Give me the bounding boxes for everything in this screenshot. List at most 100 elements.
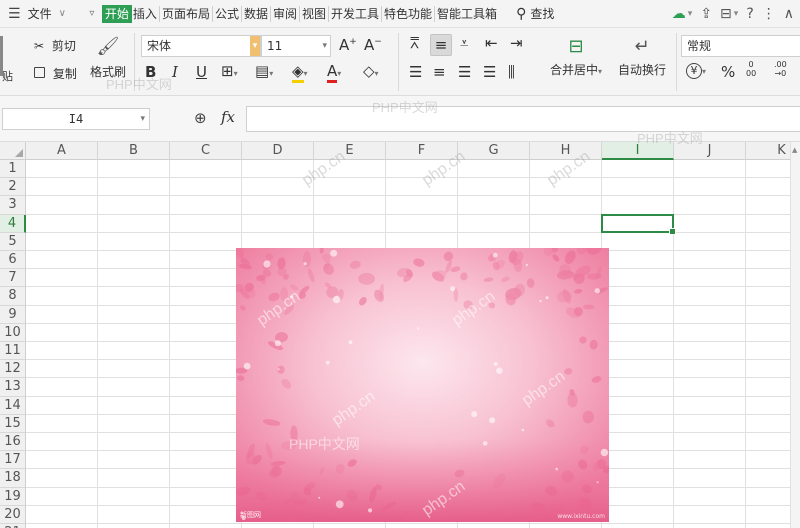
merge-center-button[interactable]: ⊟ 合并居中▾ bbox=[546, 36, 606, 78]
row-header-17[interactable]: 17 bbox=[0, 451, 26, 470]
collapse-icon[interactable]: ∧ bbox=[784, 6, 794, 22]
file-menu[interactable]: ☰ 文件 ∨ bbox=[8, 5, 66, 23]
column-header-f[interactable]: F bbox=[386, 142, 458, 160]
column-header-h[interactable]: H bbox=[530, 142, 602, 160]
more-icon[interactable]: ⋮ bbox=[762, 6, 776, 22]
font-size-select[interactable]: 11 ▾ bbox=[261, 35, 331, 57]
search-button[interactable]: ⚲ 查找 bbox=[516, 5, 555, 23]
fill-color-button[interactable]: ◈▾ bbox=[292, 62, 308, 83]
column-header-g[interactable]: G bbox=[458, 142, 530, 160]
font-name-select[interactable]: 宋体 ▾ bbox=[141, 35, 261, 57]
paste-label[interactable]: 贴 bbox=[2, 68, 13, 84]
row-header-10[interactable]: 10 bbox=[0, 323, 26, 342]
chevron-down-icon[interactable]: ▾ bbox=[688, 9, 693, 19]
font-color-button[interactable]: A▾ bbox=[327, 62, 341, 83]
row-header-5[interactable]: 5 bbox=[0, 232, 26, 251]
justify-button[interactable]: ☰ bbox=[483, 63, 496, 81]
align-right-button[interactable]: ☰ bbox=[458, 63, 471, 81]
row-header-9[interactable]: 9 bbox=[0, 305, 26, 324]
tab-home[interactable]: 开始 bbox=[101, 4, 132, 23]
zoom-icon[interactable]: ⊕ bbox=[194, 109, 207, 127]
row-header-16[interactable]: 16 bbox=[0, 433, 26, 452]
tab-special-features[interactable]: 特色功能 bbox=[383, 5, 433, 23]
tab-smart-toolbox[interactable]: 智能工具箱 bbox=[436, 5, 498, 23]
underline-button[interactable]: U bbox=[196, 63, 207, 81]
decrease-indent-button[interactable]: ⇤ bbox=[485, 34, 498, 52]
column-header-i[interactable]: I bbox=[602, 142, 674, 160]
row-header-18[interactable]: 18 bbox=[0, 469, 26, 488]
column-header-a[interactable]: A bbox=[26, 142, 98, 160]
insert-function-button[interactable]: fx bbox=[221, 108, 235, 126]
ribbon-toolbar: 贴 ✂ 剪切 复制 🖌 格式刷 宋体 ▾ 11 ▾ A+ A− B I U ⊞▾… bbox=[0, 28, 800, 96]
row-header-4[interactable]: 4 bbox=[0, 214, 26, 233]
column-header-c[interactable]: C bbox=[170, 142, 242, 160]
align-bottom-button[interactable]: ⩡ bbox=[460, 34, 468, 52]
help-icon[interactable]: ? bbox=[746, 6, 753, 22]
cloud-sync-icon[interactable]: ☁ bbox=[672, 6, 686, 22]
row-header-15[interactable]: 15 bbox=[0, 414, 26, 433]
select-all-button[interactable] bbox=[0, 142, 26, 160]
tab-view[interactable]: 视图 bbox=[301, 5, 327, 23]
tab-review[interactable]: 审阅 bbox=[272, 5, 298, 23]
decrease-decimal-button[interactable]: .00 →0 bbox=[774, 60, 787, 78]
align-left-button[interactable]: ☰ bbox=[409, 63, 422, 81]
scroll-up-icon[interactable]: ▲ bbox=[792, 146, 797, 154]
row-header-3[interactable]: 3 bbox=[0, 196, 26, 215]
row-header-21[interactable]: 21 bbox=[0, 524, 26, 528]
row-header-20[interactable]: 20 bbox=[0, 505, 26, 524]
group-divider bbox=[398, 33, 399, 91]
cut-button[interactable]: ✂ 剪切 bbox=[34, 37, 76, 54]
row-header-14[interactable]: 14 bbox=[0, 396, 26, 415]
chevron-down-icon: ∨ bbox=[58, 8, 66, 19]
borders-button[interactable]: ⊞▾ bbox=[221, 62, 238, 80]
sparkle-dot bbox=[263, 260, 271, 268]
sparkle-dot bbox=[482, 441, 488, 446]
clear-button[interactable]: ◇▾ bbox=[363, 62, 379, 80]
tab-data[interactable]: 数据 bbox=[243, 5, 269, 23]
inserted-picture[interactable]: 新图网 www.ixintu.com bbox=[236, 248, 609, 522]
decrease-font-button[interactable]: A− bbox=[364, 36, 382, 54]
quick-access-dropdown[interactable]: ▿ bbox=[82, 8, 102, 19]
row-header-2[interactable]: 2 bbox=[0, 178, 26, 197]
align-top-button[interactable]: ⩞ bbox=[410, 34, 419, 52]
row-header-19[interactable]: 19 bbox=[0, 487, 26, 506]
row-header-13[interactable]: 13 bbox=[0, 378, 26, 397]
column-header-j[interactable]: J bbox=[674, 142, 746, 160]
row-header-1[interactable]: 1 bbox=[0, 160, 26, 179]
column-header-d[interactable]: D bbox=[242, 142, 314, 160]
bold-button[interactable]: B bbox=[145, 63, 156, 81]
name-box[interactable]: I4 ▾ bbox=[2, 108, 150, 130]
formula-input[interactable] bbox=[246, 106, 800, 132]
increase-indent-button[interactable]: ⇥ bbox=[510, 34, 523, 52]
align-center-button[interactable]: ≡ bbox=[433, 63, 446, 81]
column-header-b[interactable]: B bbox=[98, 142, 170, 160]
increase-decimal-button[interactable]: 0 00 bbox=[746, 60, 756, 78]
collapse-ribbon-icon[interactable]: ⊟ bbox=[720, 6, 732, 22]
row-header-12[interactable]: 12 bbox=[0, 360, 26, 379]
increase-font-button[interactable]: A+ bbox=[339, 36, 357, 54]
distributed-button[interactable]: ⫼ bbox=[508, 63, 515, 81]
percent-button[interactable]: % bbox=[721, 63, 735, 81]
tab-formulas[interactable]: 公式 bbox=[214, 5, 240, 23]
vertical-scrollbar[interactable]: ▲ bbox=[790, 142, 800, 528]
italic-button[interactable]: I bbox=[172, 63, 178, 81]
tab-page-layout[interactable]: 页面布局 bbox=[161, 5, 211, 23]
fill-style-button[interactable]: ▤▾ bbox=[255, 62, 273, 80]
row-header-8[interactable]: 8 bbox=[0, 287, 26, 306]
tab-insert[interactable]: 插入 bbox=[132, 5, 158, 23]
row-header-11[interactable]: 11 bbox=[0, 342, 26, 361]
format-painter-button[interactable]: 🖌 格式刷 bbox=[88, 36, 128, 80]
chevron-down-icon[interactable]: ▾ bbox=[734, 9, 739, 19]
grid-line bbox=[97, 160, 98, 528]
column-header-e[interactable]: E bbox=[314, 142, 386, 160]
copy-button[interactable]: 复制 bbox=[34, 65, 77, 82]
tab-developer[interactable]: 开发工具 bbox=[330, 5, 380, 23]
row-header-6[interactable]: 6 bbox=[0, 251, 26, 270]
wrap-text-button[interactable]: ↵ 自动换行 bbox=[614, 36, 670, 78]
currency-button[interactable]: ¥ ▾ bbox=[686, 63, 706, 79]
share-icon[interactable]: ⇪ bbox=[700, 6, 712, 22]
row-header-7[interactable]: 7 bbox=[0, 269, 26, 288]
active-cell[interactable] bbox=[601, 213, 676, 235]
number-format-select[interactable]: 常规 bbox=[681, 35, 800, 57]
align-middle-button[interactable]: ≡ bbox=[430, 34, 452, 56]
